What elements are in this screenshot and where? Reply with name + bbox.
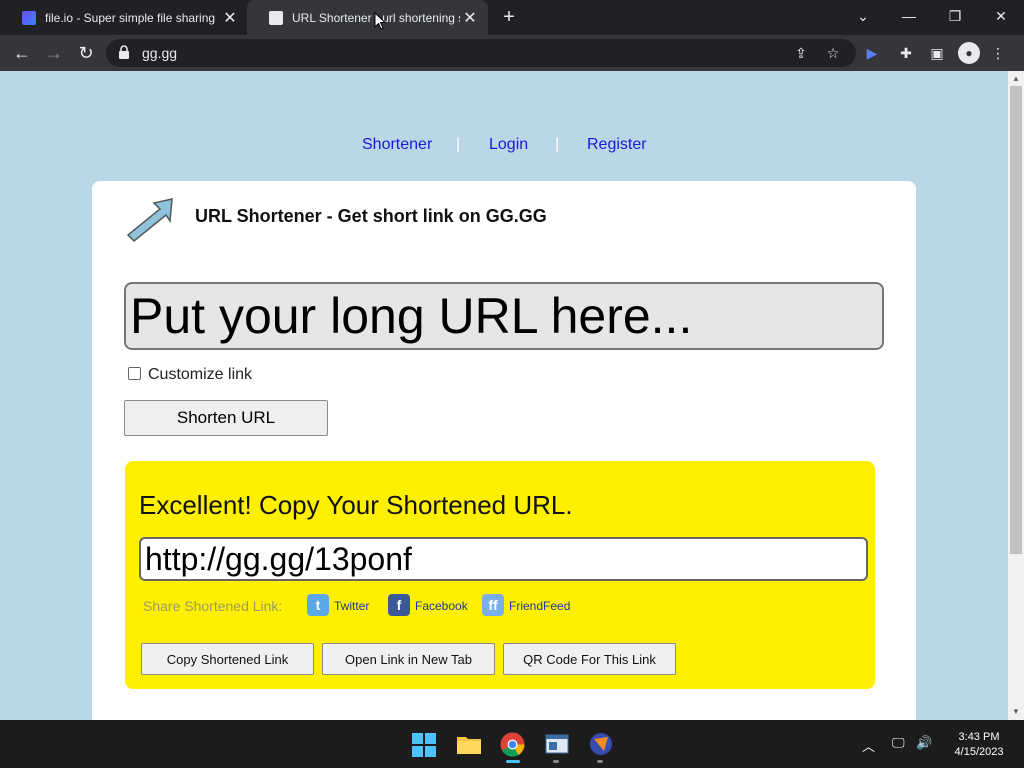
customize-link-label[interactable]: Customize link (148, 366, 252, 384)
tab-url-shortener[interactable]: URL Shortener - url shortening se ✕ (247, 0, 488, 35)
app-running-indicator (553, 760, 559, 763)
windows-start-icon[interactable] (412, 733, 436, 757)
nav-login-link[interactable]: Login (489, 136, 528, 154)
minimize-icon[interactable]: — (886, 0, 932, 35)
clock-time: 3:43 PM (958, 731, 1000, 743)
scrollbar-thumb[interactable] (1010, 86, 1022, 554)
clock[interactable]: 3:43 PM 4/15/2023 (944, 730, 1014, 760)
copy-link-button[interactable]: Copy Shortened Link (141, 643, 314, 675)
sidepanel-icon[interactable]: ▣ (926, 42, 948, 64)
clock-date: 4/15/2023 (954, 746, 1004, 758)
ggg-favicon-icon (269, 10, 283, 25)
chrome-icon[interactable] (500, 732, 525, 757)
scroll-down-icon[interactable]: ▼ (1008, 705, 1024, 719)
extension-icon[interactable]: ▶ (861, 42, 883, 64)
share-label: Share Shortened Link: (143, 598, 283, 614)
star-icon[interactable]: ☆ (822, 42, 844, 64)
customize-link-checkbox[interactable] (128, 367, 141, 380)
puzzle-icon[interactable]: ✚ (895, 42, 917, 64)
back-icon[interactable]: ← (10, 41, 34, 65)
twitter-icon[interactable]: t (307, 594, 329, 616)
share-twitter-link[interactable]: Twitter (334, 599, 369, 613)
address-bar[interactable] (106, 39, 856, 67)
open-new-tab-button[interactable]: Open Link in New Tab (322, 643, 495, 675)
volume-icon[interactable]: 🔊 (916, 735, 932, 751)
nav-separator: | (456, 136, 461, 153)
nav-register-link[interactable]: Register (587, 136, 647, 154)
share-friendfeed-link[interactable]: FriendFeed (509, 599, 570, 613)
app-ball-icon[interactable] (588, 731, 614, 757)
mouse-cursor-icon (374, 11, 387, 30)
scroll-up-icon[interactable]: ▲ (1008, 72, 1024, 86)
long-url-input[interactable]: Put your long URL here... (124, 282, 884, 350)
share-icon[interactable]: ⇪ (790, 42, 812, 64)
address-text[interactable]: gg.gg (142, 45, 177, 61)
app-window-icon[interactable] (545, 734, 569, 754)
app-running-indicator (597, 760, 603, 763)
tab-search-icon[interactable]: ⌄ (840, 0, 886, 35)
close-tab-icon[interactable]: ✕ (460, 8, 480, 28)
menu-icon[interactable]: ⋮ (991, 42, 1005, 64)
short-url-field[interactable]: http://gg.gg/13ponf (139, 537, 868, 581)
nav-shortener-link[interactable]: Shortener (362, 136, 432, 154)
tab-fileio[interactable]: file.io - Super simple file sharing ✕ (0, 0, 248, 35)
tray-chevron-icon[interactable]: ︿ (862, 736, 875, 755)
forward-icon[interactable]: → (42, 41, 66, 65)
share-facebook-link[interactable]: Facebook (415, 599, 468, 613)
friendfeed-icon[interactable]: ff (482, 594, 504, 616)
tab-title: file.io - Super simple file sharing (45, 10, 216, 25)
result-heading: Excellent! Copy Your Shortened URL. (139, 490, 573, 520)
nav-separator: | (555, 136, 560, 153)
restore-icon[interactable]: ❐ (932, 0, 978, 35)
profile-icon[interactable]: ● (958, 42, 980, 64)
reload-icon[interactable]: ↻ (74, 41, 98, 65)
page-title: URL Shortener - Get short link on GG.GG (195, 206, 547, 226)
arrow-logo-icon (124, 197, 174, 243)
new-tab-icon[interactable]: + (497, 5, 521, 29)
network-icon[interactable]: 🖵 (892, 735, 905, 751)
close-window-icon[interactable]: ✕ (978, 0, 1024, 35)
fileio-favicon-icon (22, 10, 36, 25)
facebook-icon[interactable]: f (388, 594, 410, 616)
chrome-active-indicator (506, 760, 520, 763)
qr-code-button[interactable]: QR Code For This Link (503, 643, 676, 675)
lock-icon (118, 44, 130, 60)
close-tab-icon[interactable]: ✕ (220, 8, 240, 28)
file-explorer-icon[interactable] (456, 733, 482, 755)
shorten-url-button[interactable]: Shorten URL (124, 400, 328, 436)
